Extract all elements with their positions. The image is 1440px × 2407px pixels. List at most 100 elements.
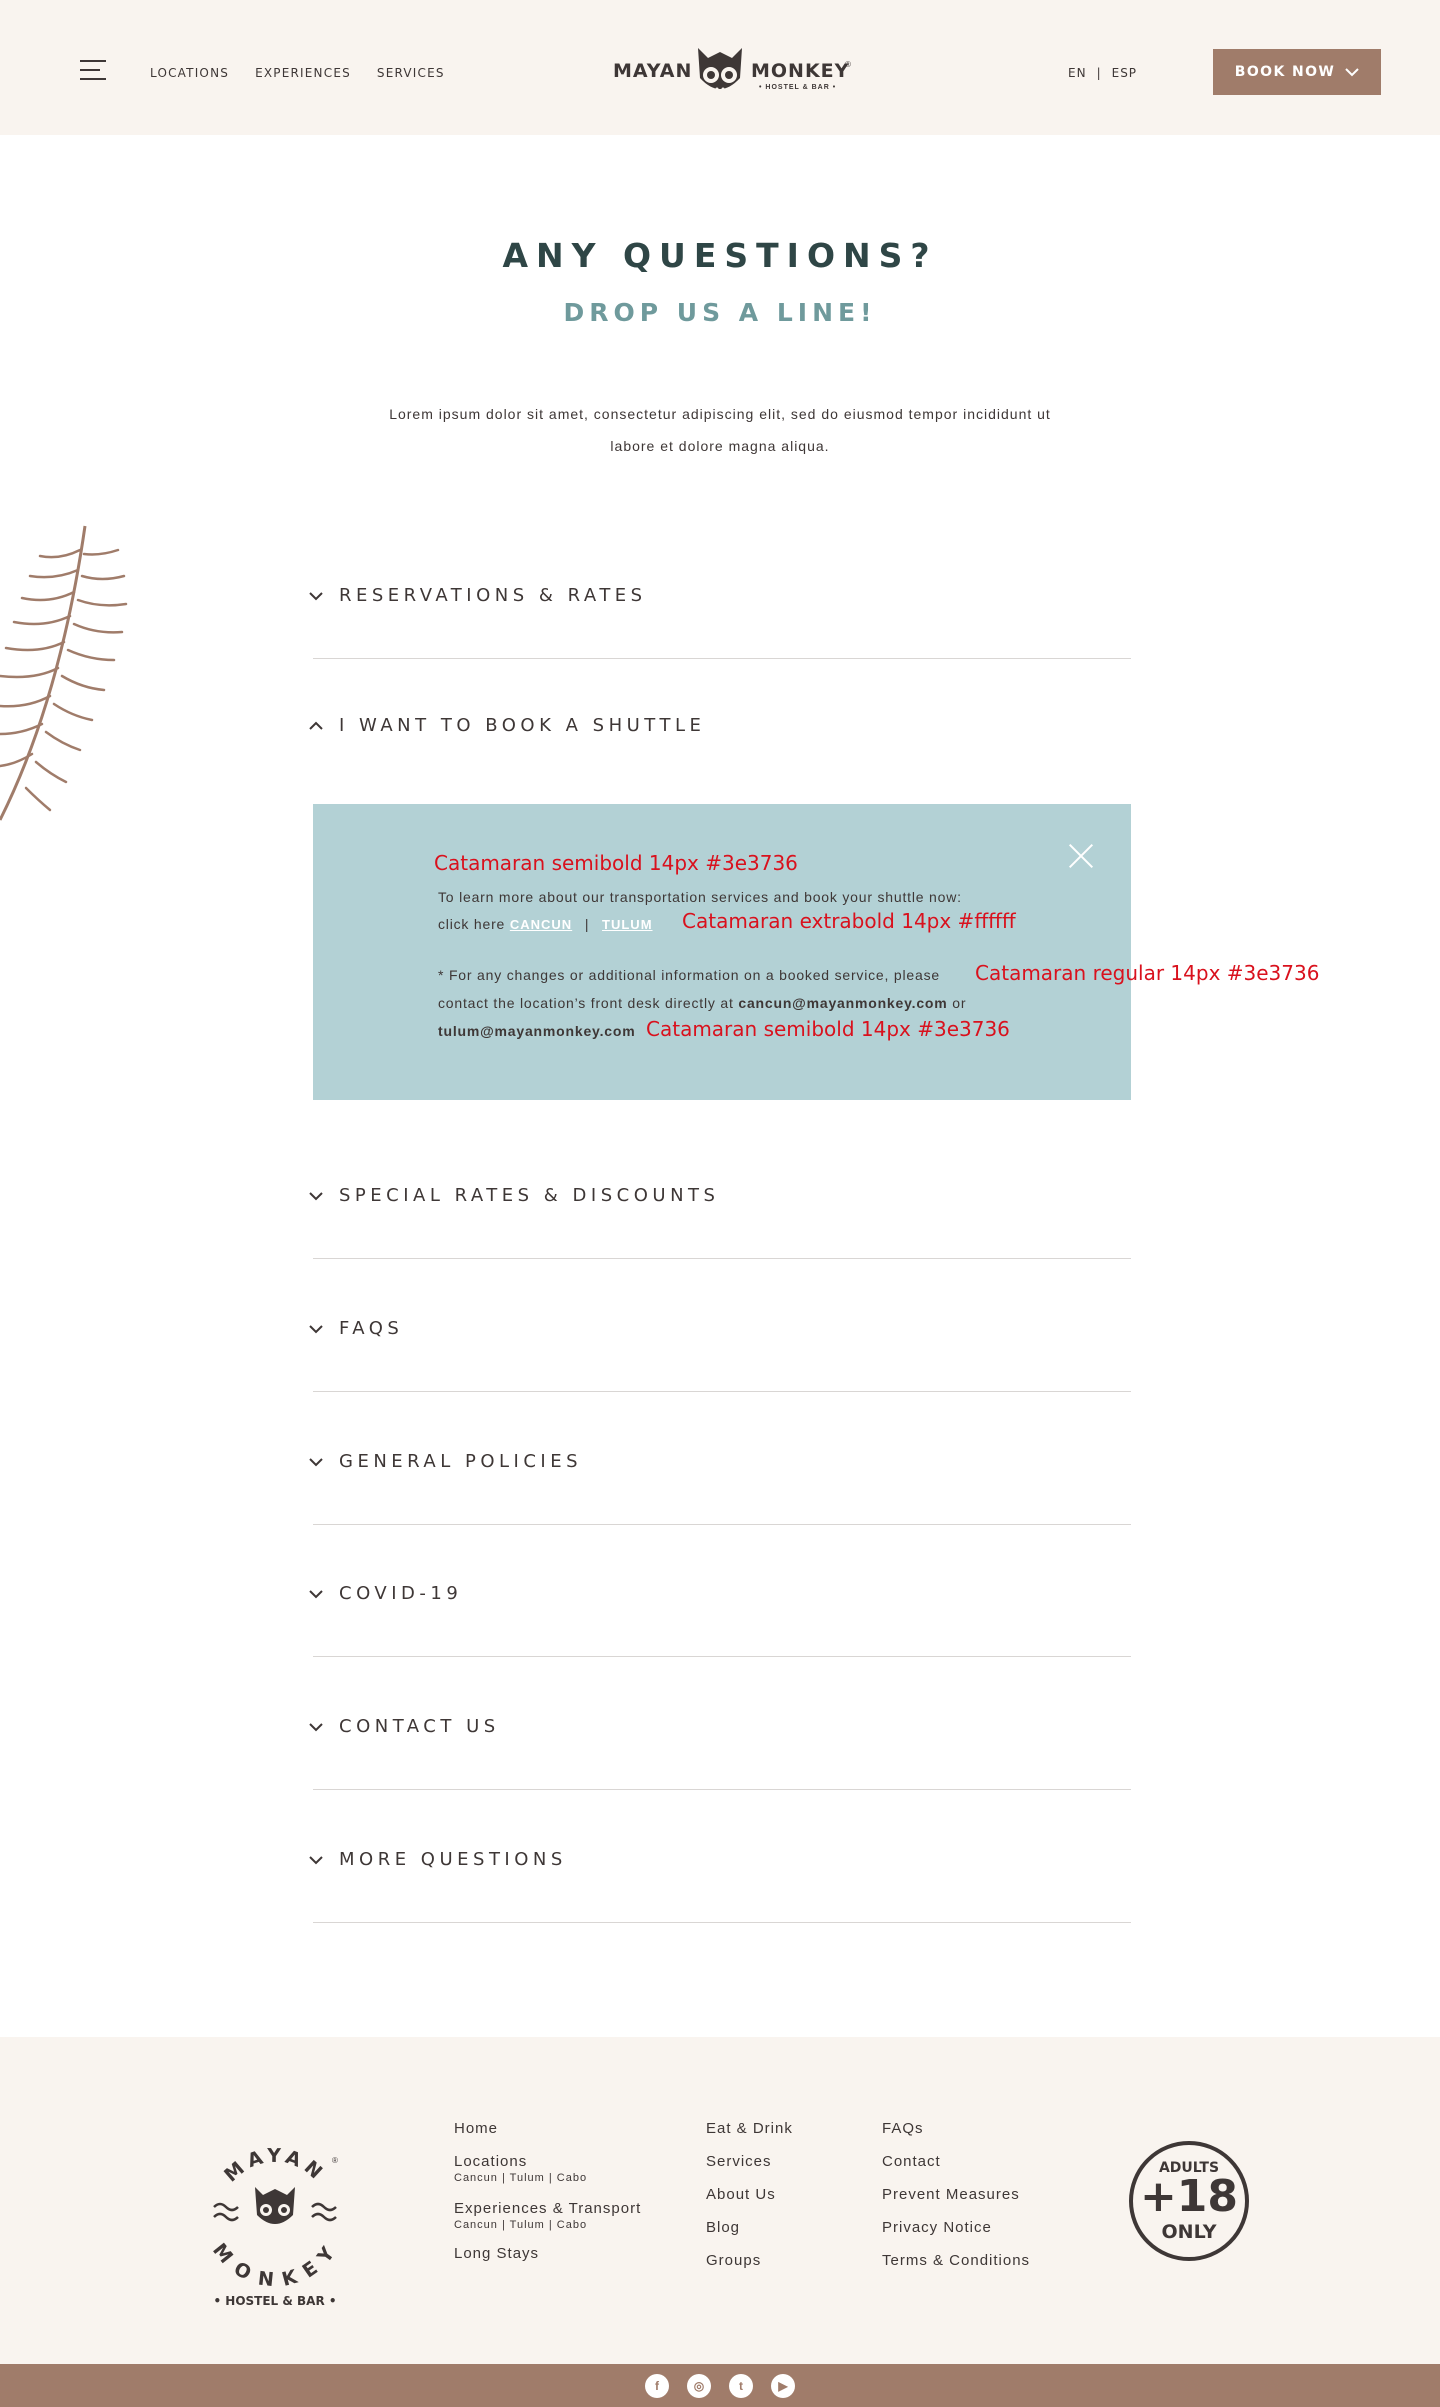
accordion-header[interactable]: CONTACT US (309, 1716, 500, 1737)
badge-only: ONLY (1161, 2221, 1217, 2243)
panel-line-4: contact the location’s front desk direct… (438, 995, 966, 1011)
nav-locations[interactable]: LOCATIONS (150, 66, 229, 80)
accordion-header[interactable]: SPECIAL RATES & DISCOUNTS (309, 1185, 719, 1206)
spec-annotation-3: Catamaran regular 14px #3e3736 (975, 961, 1320, 985)
accordion-item-more-questions: MORE QUESTIONS (309, 1849, 1131, 1923)
accordion-item-faqs: FAQS (309, 1318, 1131, 1392)
close-icon[interactable] (1067, 842, 1095, 870)
chevron-down-icon (309, 1191, 323, 1200)
panel-line-1: To learn more about our transportation s… (438, 889, 962, 905)
panel-line-3: * For any changes or additional informat… (438, 967, 940, 983)
accordion-header[interactable]: GENERAL POLICIES (309, 1451, 582, 1472)
chevron-up-icon (309, 721, 323, 730)
facebook-icon[interactable]: f (645, 2373, 669, 2398)
footer-link-long-stays[interactable]: Long Stays (454, 2245, 641, 2262)
footer-link-groups[interactable]: Groups (706, 2252, 793, 2269)
main-nav: LOCATIONS EXPERIENCES SERVICES (150, 66, 445, 80)
footer-link-home[interactable]: Home (454, 2120, 641, 2137)
footer-logo-top: MAYAN (220, 2145, 325, 2187)
site-header: LOCATIONS EXPERIENCES SERVICES MAYAN MON… (0, 0, 1440, 135)
page-subtitle: DROP US A LINE! (563, 298, 877, 327)
footer-col-3: FAQs Contact Prevent Measures Privacy No… (882, 2120, 1030, 2269)
accordion-item-covid: COVID-19 (309, 1583, 1131, 1657)
accordion-label: COVID-19 (339, 1583, 463, 1604)
twitter-icon[interactable]: t (729, 2373, 753, 2398)
footer-experiences-sub: Cancun | Tulum | Cabo (454, 2219, 588, 2231)
youtube-icon[interactable]: ▶ (771, 2373, 795, 2398)
accordion-header[interactable]: RESERVATIONS & RATES (309, 585, 647, 606)
tulum-email[interactable]: tulum@mayanmonkey.com (438, 1023, 635, 1039)
tulum-link[interactable]: TULUM (602, 917, 653, 932)
footer-logo-sub: • HOSTEL & BAR • (213, 2294, 336, 2308)
footer-logo-reg: ® (332, 2156, 338, 2165)
chevron-down-icon (309, 1589, 323, 1598)
footer-link-faqs[interactable]: FAQs (882, 2120, 1030, 2137)
logo-word-monkey: MONKEY (751, 60, 850, 82)
cancun-link[interactable]: CANCUN (510, 917, 572, 932)
svg-text:MAYAN: MAYAN (220, 2145, 330, 2187)
lang-separator: | (1096, 66, 1102, 80)
book-now-label: BOOK NOW (1234, 64, 1336, 80)
footer-col-2: Eat & Drink Services About Us Blog Group… (706, 2120, 793, 2269)
accordion-item-special-rates: SPECIAL RATES & DISCOUNTS (309, 1185, 1131, 1259)
footer-link-terms[interactable]: Terms & Conditions (882, 2252, 1030, 2269)
accordion-header[interactable]: COVID-19 (309, 1583, 462, 1604)
monkey-logo-icon (698, 48, 742, 91)
accordion-item-reservations: RESERVATIONS & RATES (309, 585, 1131, 659)
footer-link-blog[interactable]: Blog (706, 2219, 793, 2236)
footer-link-locations[interactable]: Locations (454, 2153, 641, 2170)
link-separator: | (584, 916, 590, 932)
shuttle-panel: Catamaran semibold 14px #3e3736 To learn… (313, 804, 1319, 1100)
footer-locations-sub: Cancun | Tulum | Cabo (454, 2172, 588, 2184)
footer-logo-bottom: MONKEY (208, 2239, 337, 2292)
panel-line-5: tulum@mayanmonkey.com (438, 1023, 635, 1039)
logo-word-mayan: MAYAN (613, 60, 693, 82)
footer-col-1: Home Locations Cancun | Tulum | Cabo Exp… (454, 2120, 641, 2262)
social-bar: f ◎ t ▶ (0, 2364, 1440, 2407)
accordion-label: GENERAL POLICIES (339, 1451, 583, 1472)
page-title: ANY QUESTIONS? (502, 236, 938, 275)
accordion-header[interactable]: MORE QUESTIONS (309, 1849, 567, 1870)
footer-link-contact[interactable]: Contact (882, 2153, 1030, 2170)
accordion-label: I WANT TO BOOK A SHUTTLE (339, 715, 706, 736)
accordion-header[interactable]: FAQS (309, 1318, 403, 1339)
chevron-down-icon (309, 1855, 323, 1864)
footer-link-services[interactable]: Services (706, 2153, 793, 2170)
site-footer: MAYAN MONKEY ® • HOSTEL & BAR • Home Loc… (0, 2037, 1440, 2364)
logo-subtitle: • HOSTEL & BAR • (759, 84, 837, 91)
accordion-label: MORE QUESTIONS (339, 1849, 567, 1870)
panel-line-2: click here CANCUN | TULUM (438, 916, 653, 932)
lang-esp[interactable]: ESP (1112, 66, 1137, 80)
svg-text:MONKEY: MONKEY (208, 2239, 342, 2292)
logo-registered-mark: ® (845, 60, 851, 69)
nav-services[interactable]: SERVICES (377, 66, 445, 80)
book-now-button[interactable]: BOOK NOW (1213, 49, 1381, 95)
nav-experiences[interactable]: EXPERIENCES (255, 66, 351, 80)
accordion-label: FAQS (339, 1318, 404, 1339)
language-switcher: EN | ESP (1068, 66, 1137, 80)
footer-link-eat-drink[interactable]: Eat & Drink (706, 2120, 793, 2137)
footer-logo[interactable]: MAYAN MONKEY ® • HOSTEL & BAR • (200, 2137, 350, 2317)
spec-annotation-4: Catamaran semibold 14px #3e3736 (646, 1017, 1010, 1041)
site-logo[interactable]: MAYAN MONKEY ® • HOSTEL & BAR • (613, 44, 853, 100)
chevron-down-icon (1345, 67, 1359, 76)
lang-en[interactable]: EN (1068, 66, 1087, 80)
cancun-email[interactable]: cancun@mayanmonkey.com (738, 995, 947, 1011)
contact-text: contact the location’s front desk direct… (438, 995, 734, 1011)
intro-text: Lorem ipsum dolor sit amet, consectetur … (389, 406, 1051, 454)
footer-link-experiences[interactable]: Experiences & Transport (454, 2200, 641, 2217)
accordion-header[interactable]: I WANT TO BOOK A SHUTTLE (309, 715, 705, 736)
accordion-label: RESERVATIONS & RATES (339, 585, 647, 606)
chevron-down-icon (309, 1722, 323, 1731)
spec-annotation-1: Catamaran semibold 14px #3e3736 (434, 851, 798, 875)
footer-link-privacy[interactable]: Privacy Notice (882, 2219, 1030, 2236)
chevron-down-icon (309, 1324, 323, 1333)
adults-only-badge: ADULTS +18 ONLY (1129, 2141, 1249, 2261)
click-here-text: click here (438, 916, 506, 932)
footer-link-prevent[interactable]: Prevent Measures (882, 2186, 1030, 2203)
or-text: or (952, 995, 967, 1011)
menu-icon[interactable] (80, 60, 106, 80)
instagram-icon[interactable]: ◎ (687, 2373, 711, 2398)
footer-link-about[interactable]: About Us (706, 2186, 793, 2203)
chevron-down-icon (309, 591, 323, 600)
